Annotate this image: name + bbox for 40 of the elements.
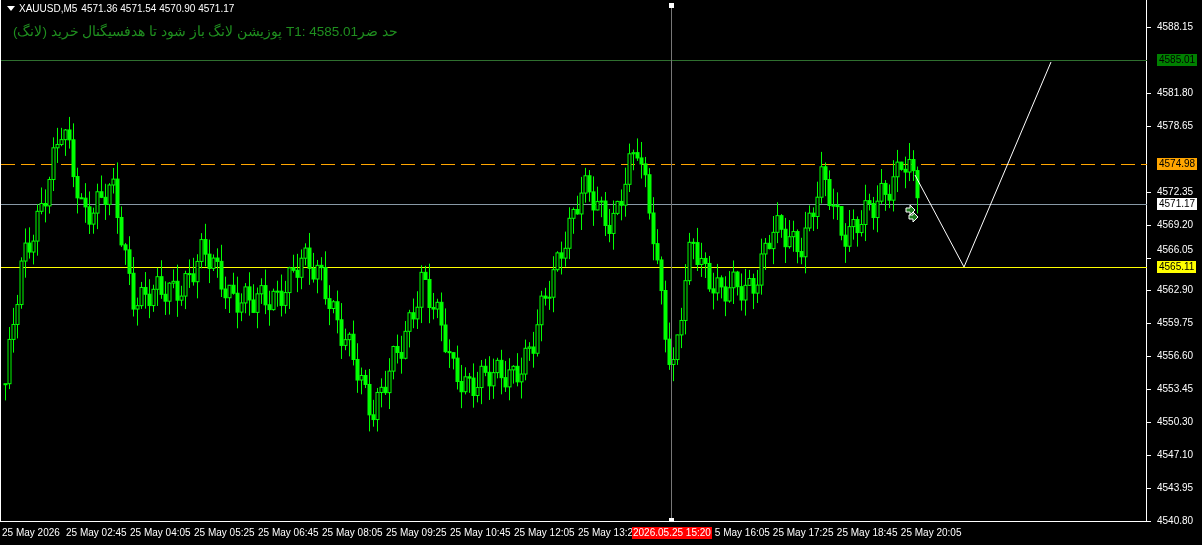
time-tick: 25 May 08:05: [322, 527, 384, 538]
time-tick: 25 May 18:45: [836, 527, 899, 538]
crosshair-time-label: 2026.05.25 15:20: [632, 527, 712, 539]
price-tick: 4572.35: [1157, 185, 1194, 198]
price-tick: 4547.10: [1157, 449, 1194, 462]
ohlc-values: 4571.36 4571.54 4570.90 4571.17: [81, 3, 235, 14]
time-tick: 25 May 2026: [2, 527, 61, 538]
price-level-tag: 4565.11: [1157, 261, 1197, 274]
price-tick: 4578.65: [1157, 120, 1194, 133]
price-tick: 4543.95: [1157, 482, 1194, 494]
time-tick: 25 May 06:45: [258, 527, 320, 538]
time-tick: 25 May 05:25: [194, 527, 256, 538]
price-tick: 4540.80: [1157, 514, 1194, 527]
time-tick: 25 May 02:45: [66, 527, 128, 538]
time-tick: 25 May 10:45: [450, 527, 512, 538]
price-tick: 4559.75: [1157, 317, 1194, 330]
price-tick: 4550.30: [1157, 415, 1194, 428]
signal-text: حد ضرT1: 4585.01 پوزیشن لانگ باز شود تا هدفسیگنال خرید (لانگ): [13, 22, 398, 42]
dropdown-icon[interactable]: [7, 6, 15, 11]
time-tick: 25 May 20:05: [900, 527, 963, 538]
price-level-tag: 4585.01: [1157, 53, 1198, 66]
time-tick: 5 May 16:05: [714, 527, 771, 538]
price-tick: 4581.80: [1157, 87, 1194, 100]
time-tick: 25 May 12:05: [514, 527, 576, 538]
price-tick: 4562.90: [1157, 284, 1194, 297]
price-tick: 4588.15: [1157, 21, 1194, 33]
price-tick: 4556.60: [1157, 350, 1194, 363]
symbol-label: XAUUSD,M5: [19, 3, 78, 14]
price-tick: 4569.20: [1157, 218, 1194, 231]
price-tick: 4553.45: [1157, 382, 1194, 395]
arrow-icon: [908, 211, 919, 223]
crosshair-handle[interactable]: [669, 3, 674, 8]
arrow-icon: [905, 204, 916, 216]
price-level-tag: 4574.98: [1157, 158, 1198, 171]
time-tick: 25 May 17:25: [772, 527, 835, 538]
price-tick: 4566.05: [1157, 243, 1194, 256]
price-level-tag: 4571.17: [1157, 198, 1198, 211]
time-tick: 25 May 04:05: [130, 527, 192, 538]
time-tick: 25 May 09:25: [386, 527, 448, 538]
crosshair-handle[interactable]: [669, 518, 674, 522]
